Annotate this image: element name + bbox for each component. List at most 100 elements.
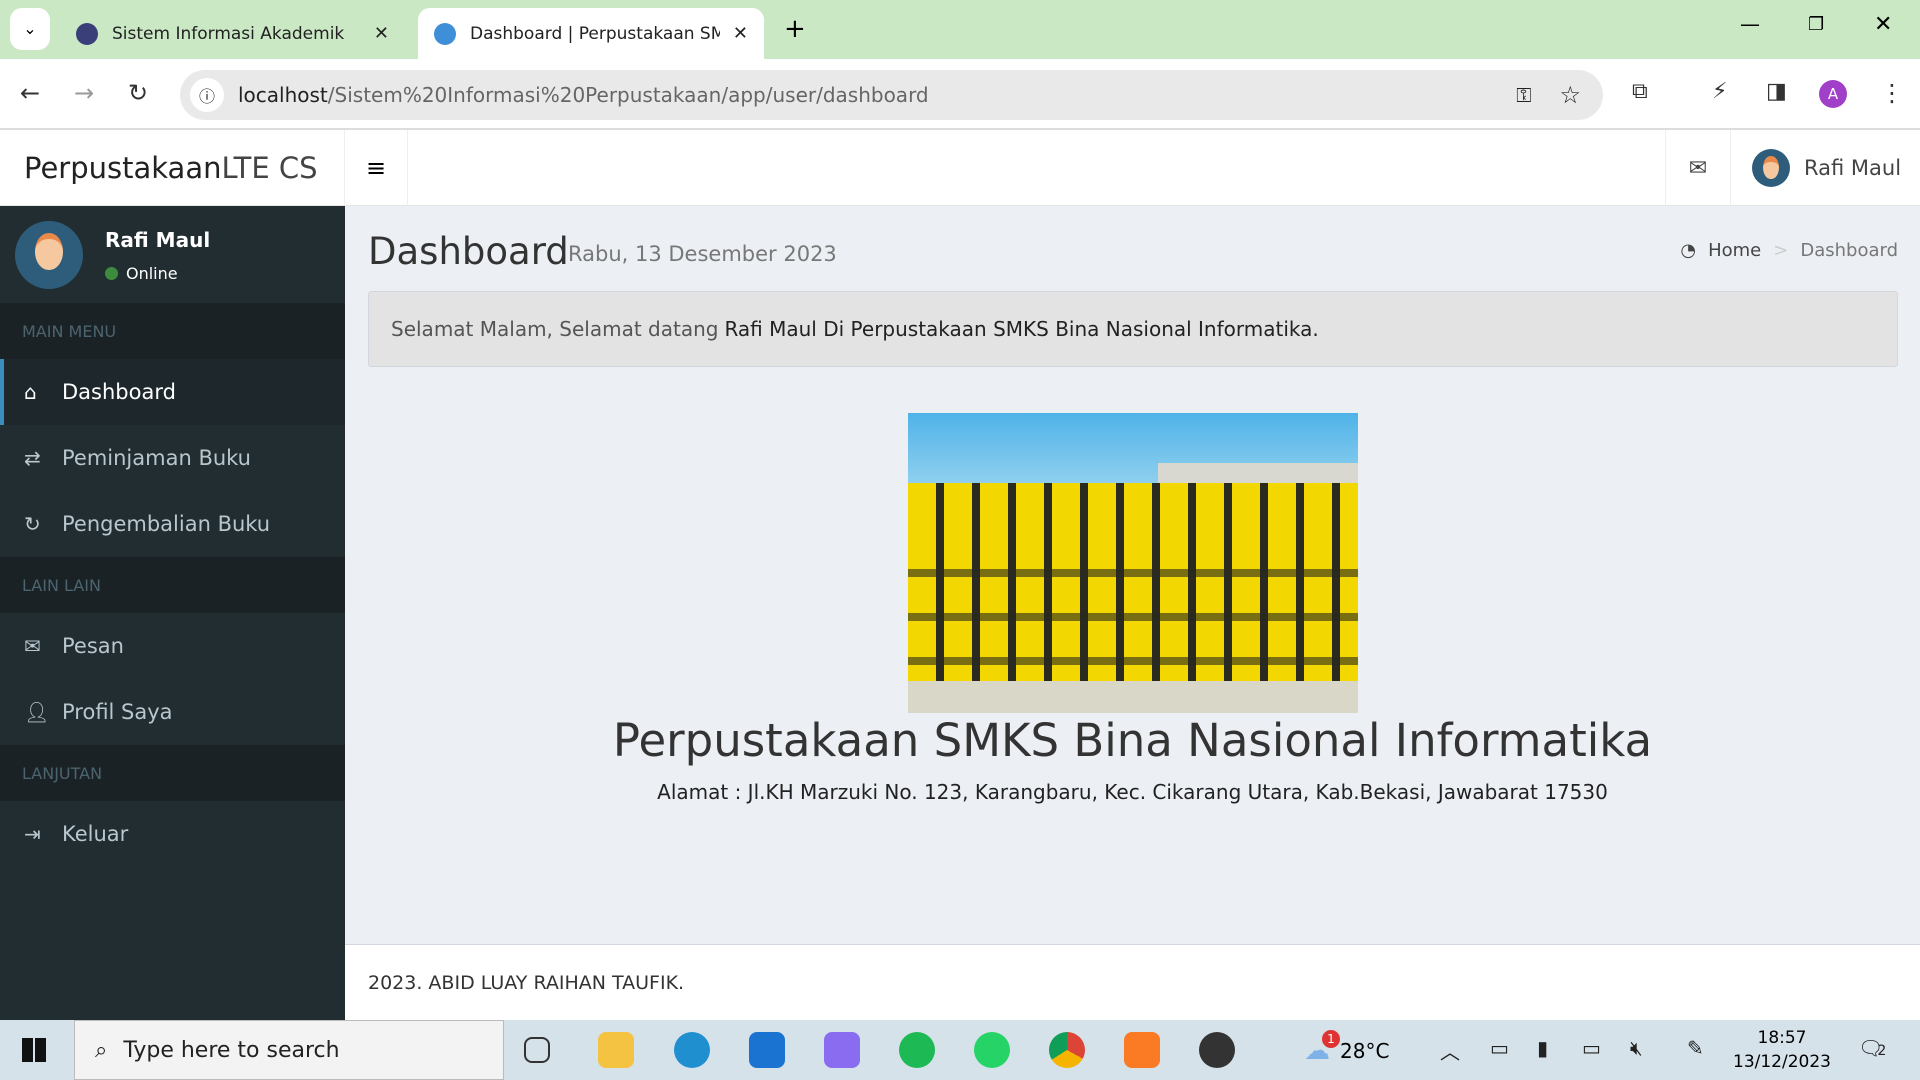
online-dot-icon bbox=[105, 267, 118, 280]
user-name: Rafi Maul bbox=[1804, 156, 1902, 180]
menu-icon[interactable]: ⋮ bbox=[1880, 79, 1904, 107]
tab-dashboard[interactable]: Dashboard | Perpustakaan SMK ✕ bbox=[418, 8, 764, 59]
tab-title: Sistem Informasi Akademik bbox=[112, 23, 345, 44]
performance-icon[interactable]: ⚡ bbox=[1712, 79, 1727, 104]
breadcrumb-separator: > bbox=[1773, 240, 1789, 261]
refresh-icon: ↻ bbox=[24, 512, 41, 536]
avatar bbox=[1752, 149, 1790, 187]
status-badge: Online bbox=[105, 264, 178, 283]
library-name: Perpustakaan SMKS Bina Nasional Informat… bbox=[612, 714, 1653, 767]
password-key-icon[interactable]: ⚿ bbox=[1516, 83, 1531, 107]
sidebar-item-label: Pengembalian Buku bbox=[62, 512, 271, 536]
browser-toolbar: ← → ↻ ⓘ localhost/Sistem%20Informasi%20P… bbox=[0, 59, 1920, 130]
breadcrumb-home[interactable]: Home bbox=[1708, 240, 1761, 261]
library-address: Alamat : Jl.KH Marzuki No. 123, Karangba… bbox=[657, 780, 1608, 804]
microphone-icon[interactable]: ▮ bbox=[1537, 1036, 1548, 1060]
url-host: localhost bbox=[238, 83, 328, 107]
footer: 2023. ABID LUAY RAIHAN TAUFIK. bbox=[345, 944, 1920, 1020]
xampp-icon[interactable] bbox=[1124, 1032, 1160, 1068]
user-menu[interactable]: Rafi Maul bbox=[1752, 130, 1901, 206]
sidebar-item-profil[interactable]: 👤︎ Profil Saya bbox=[0, 679, 345, 745]
weather-temp: 28°C bbox=[1340, 1039, 1390, 1063]
site-info-icon[interactable]: ⓘ bbox=[190, 78, 224, 112]
side-panel-icon[interactable]: ◨ bbox=[1766, 79, 1787, 104]
messages-icon[interactable]: ✉ bbox=[1665, 130, 1731, 206]
taskbar: ⌕ Type here to search ☁ 1 28°C ︿ ▭ ▮ ▭ 🔇︎… bbox=[0, 1020, 1920, 1080]
mail-icon[interactable] bbox=[749, 1032, 785, 1068]
section-lanjutan: LANJUTAN bbox=[0, 745, 345, 801]
search-placeholder: Type here to search bbox=[123, 1037, 340, 1063]
whatsapp-icon[interactable] bbox=[974, 1032, 1010, 1068]
task-view-icon[interactable] bbox=[524, 1037, 550, 1063]
close-window-button[interactable]: ✕ bbox=[1874, 12, 1892, 37]
notification-count: 2 bbox=[1877, 1043, 1887, 1059]
sidebar-item-label: Keluar bbox=[62, 822, 129, 846]
volume-muted-icon[interactable]: 🔇︎ bbox=[1630, 1036, 1643, 1060]
tab-favicon bbox=[434, 22, 456, 45]
search-icon: ⌕ bbox=[95, 1037, 108, 1063]
forward-button[interactable]: → bbox=[74, 79, 94, 107]
edge-icon[interactable] bbox=[674, 1032, 710, 1068]
brand-logo[interactable]: Perpustakaan LTE CS bbox=[0, 130, 345, 206]
weather-badge: 1 bbox=[1322, 1030, 1340, 1048]
sidebar-item-label: Dashboard bbox=[62, 380, 176, 404]
battery-icon[interactable]: ▭ bbox=[1582, 1036, 1601, 1060]
tab-search-button[interactable]: ⌄ bbox=[10, 8, 50, 50]
dashboard-icon: ◔ bbox=[1680, 240, 1697, 261]
page-date: Rabu, 13 Desember 2023 bbox=[568, 242, 837, 266]
brand-light: LTE CS bbox=[221, 151, 318, 185]
home-icon: ⌂ bbox=[24, 380, 37, 404]
close-tab-icon[interactable]: ✕ bbox=[733, 23, 748, 44]
breadcrumb-current: Dashboard bbox=[1800, 240, 1898, 261]
show-hidden-icons[interactable]: ︿ bbox=[1440, 1036, 1460, 1065]
address-bar[interactable]: ⓘ localhost/Sistem%20Informasi%20Perpust… bbox=[180, 70, 1603, 120]
profile-avatar[interactable]: A bbox=[1819, 80, 1847, 108]
brand-bold: Perpustakaan bbox=[24, 151, 222, 185]
tab-akademik[interactable]: Sistem Informasi Akademik ✕ bbox=[60, 8, 405, 59]
sidebar-item-label: Profil Saya bbox=[62, 700, 173, 724]
tab-favicon bbox=[76, 22, 98, 45]
sidebar-item-pengembalian[interactable]: ↻ Pengembalian Buku bbox=[0, 491, 345, 557]
file-explorer-icon[interactable] bbox=[598, 1032, 634, 1068]
new-tab-button[interactable]: + bbox=[784, 14, 806, 44]
extensions-icon[interactable]: ⧉ bbox=[1632, 79, 1648, 104]
sidebar-item-pesan[interactable]: ✉ Pesan bbox=[0, 613, 345, 679]
taskbar-search-input[interactable]: ⌕ Type here to search bbox=[74, 1020, 504, 1080]
back-button[interactable]: ← bbox=[20, 79, 40, 107]
restore-button[interactable]: ❐ bbox=[1808, 14, 1824, 35]
sidebar-toggle-icon[interactable]: ≡ bbox=[345, 130, 408, 206]
page-title: Dashboard bbox=[368, 230, 569, 273]
copilot-icon[interactable] bbox=[824, 1032, 860, 1068]
minimize-button[interactable]: — bbox=[1740, 12, 1760, 36]
url-path: /Sistem%20Informasi%20Perpustakaan/app/u… bbox=[327, 83, 929, 107]
weather-widget[interactable]: ☁ 1 28°C bbox=[1304, 1030, 1390, 1066]
camera-icon[interactable]: ▭ bbox=[1490, 1036, 1509, 1060]
app-header: Perpustakaan LTE CS ≡ ✉ Rafi Maul bbox=[0, 130, 1920, 206]
section-main-menu: MAIN MENU bbox=[0, 303, 345, 359]
close-tab-icon[interactable]: ✕ bbox=[374, 23, 389, 44]
sidebar-item-peminjaman[interactable]: ⇄ Peminjaman Buku bbox=[0, 425, 345, 491]
obs-icon[interactable] bbox=[1199, 1032, 1235, 1068]
browser-tab-bar: ⌄ Sistem Informasi Akademik ✕ Dashboard … bbox=[0, 0, 1920, 59]
sidebar-item-dashboard[interactable]: ⌂ Dashboard bbox=[0, 359, 345, 425]
sidebar-user-name: Rafi Maul bbox=[105, 228, 211, 252]
notifications-icon[interactable]: 🗨︎2 bbox=[1858, 1036, 1886, 1060]
avatar bbox=[15, 221, 83, 289]
reload-button[interactable]: ↻ bbox=[128, 79, 148, 107]
sidebar-item-keluar[interactable]: ⇥ Keluar bbox=[0, 801, 345, 867]
chrome-icon[interactable] bbox=[1049, 1032, 1085, 1068]
tab-title: Dashboard | Perpustakaan SMK bbox=[470, 23, 720, 44]
footer-text: 2023. ABID LUAY RAIHAN TAUFIK. bbox=[368, 971, 685, 994]
spotify-icon[interactable] bbox=[899, 1032, 935, 1068]
breadcrumb: ◔ Home > Dashboard bbox=[1680, 240, 1898, 261]
sidebar-item-label: Peminjaman Buku bbox=[62, 446, 251, 470]
main-content: Dashboard Rabu, 13 Desember 2023 ◔ Home … bbox=[345, 206, 1920, 944]
sidebar: Rafi Maul Online MAIN MENU ⌂ Dashboard ⇄ P… bbox=[0, 206, 345, 1020]
windows-start-icon[interactable] bbox=[22, 1038, 46, 1062]
user-icon: 👤︎ bbox=[24, 700, 50, 724]
greeting-bold: Rafi Maul Di Perpustakaan SMKS Bina Nasi… bbox=[724, 317, 1319, 341]
clock[interactable]: 18:57 13/12/2023 bbox=[1730, 1026, 1834, 1074]
pen-icon[interactable]: ✎ bbox=[1687, 1036, 1704, 1060]
user-panel: Rafi Maul Online bbox=[0, 206, 345, 303]
bookmark-star-icon[interactable]: ☆ bbox=[1559, 81, 1581, 109]
